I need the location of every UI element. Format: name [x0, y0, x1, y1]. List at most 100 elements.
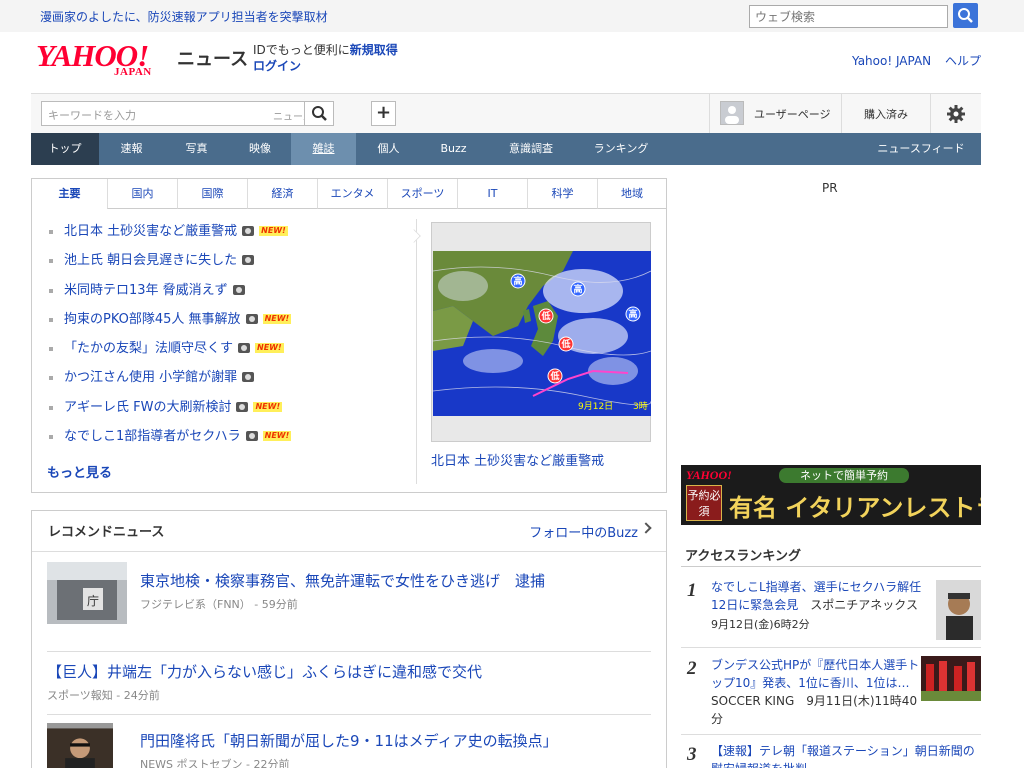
- tab-it[interactable]: IT: [457, 179, 527, 209]
- headline-item[interactable]: なでしこ1部指導者がセクハラ NEW!: [47, 428, 407, 457]
- recommend-item-meta: スポーツ報知 - 24分前: [47, 689, 160, 702]
- nav-buzz[interactable]: Buzz: [421, 133, 486, 165]
- register-link[interactable]: 新規取得: [350, 43, 398, 57]
- recommend-thumbnail: 庁: [47, 562, 127, 624]
- nav-top[interactable]: トップ: [31, 133, 99, 165]
- tab-science[interactable]: 科学: [527, 179, 597, 209]
- nav-video[interactable]: 映像: [229, 133, 291, 165]
- pr-label: PR: [822, 181, 838, 195]
- rank-title[interactable]: ブンデス公式HPが『歴代日本人選手トップ10』発表、1位に香川、1位は…: [711, 658, 919, 690]
- rank-source: スポニチアネックス: [810, 598, 918, 612]
- bullet-icon: [49, 288, 53, 293]
- headline-text[interactable]: なでしこ1部指導者がセクハラ: [64, 429, 241, 444]
- rank-title[interactable]: 【速報】テレ朝「報道ステーション」朝日新聞の慰安婦報道を批判: [711, 744, 975, 768]
- tab-entertainment[interactable]: エンタメ: [317, 179, 387, 209]
- tab-economy[interactable]: 経済: [247, 179, 317, 209]
- camera-icon: [242, 255, 255, 266]
- rank-divider: [681, 647, 981, 648]
- web-search-button[interactable]: [953, 3, 978, 28]
- divider: [416, 219, 417, 484]
- headline-text[interactable]: かつ江さん使用 小学館が謝罪: [64, 370, 237, 385]
- camera-icon: [245, 431, 258, 442]
- tab-domestic[interactable]: 国内: [107, 179, 177, 209]
- rank-thumbnail: [936, 580, 981, 640]
- new-badge: NEW!: [253, 401, 283, 412]
- headline-item[interactable]: 拘束のPKO部隊45人 無事解放 NEW!: [47, 311, 407, 340]
- ranking-item[interactable]: 3 【速報】テレ朝「報道ステーション」朝日新聞の慰安婦報道を批判: [681, 742, 981, 768]
- search-icon: [958, 8, 973, 23]
- ad-banner[interactable]: YAHOO! ネットで簡単予約 予約必須 有名 イタリアンレストラン: [681, 465, 981, 525]
- add-button[interactable]: +: [371, 101, 396, 126]
- recommend-item[interactable]: 庁 東京地検・検察事務官、無免許運転で女性をひき逃げ 逮捕 フジテレビ系（FNN…: [32, 551, 666, 652]
- main-nav: トップ 速報 写真 映像 雑誌 個人 Buzz 意識調査 ランキング ニュースフ…: [31, 133, 981, 165]
- ad-tag: 予約必須: [686, 485, 722, 521]
- camera-icon: [242, 226, 255, 236]
- search-row: キーワードを入力 ニュース ▼ + ユーザーページ 購入済み: [31, 93, 981, 133]
- recommend-item-title[interactable]: 【巨人】井端左「力が入らない感じ」ふくらはぎに違和感で交代: [47, 663, 647, 681]
- bullet-icon: [49, 376, 53, 381]
- ranking-item[interactable]: 2 ブンデス公式HPが『歴代日本人選手トップ10』発表、1位に香川、1位は… S…: [681, 656, 981, 736]
- ranking-title: アクセスランキング: [685, 549, 801, 564]
- headline-text[interactable]: 拘束のPKO部隊45人 無事解放: [64, 312, 241, 327]
- ad-headline: 有名 イタリアンレストラン: [729, 494, 981, 522]
- keyword-placeholder: キーワードを入力: [48, 109, 136, 122]
- rank-number: 2: [687, 658, 697, 679]
- headline-item[interactable]: アギーレ氏 FWの大刷新検討 NEW!: [47, 399, 407, 428]
- ad-top-text: ネットで簡単予約: [779, 468, 909, 483]
- nav-magazine[interactable]: 雑誌: [291, 133, 356, 165]
- logo-text: YAHOO!: [36, 38, 149, 73]
- keyword-search-input[interactable]: キーワードを入力 ニュース ▼: [41, 101, 334, 126]
- headline-text[interactable]: 「たかの友梨」法順守尽くす: [64, 341, 233, 356]
- nav-individual[interactable]: 個人: [356, 133, 421, 165]
- nav-breaking[interactable]: 速報: [99, 133, 164, 165]
- bullet-icon: [49, 347, 53, 352]
- more-link[interactable]: もっと見る: [47, 462, 112, 481]
- web-search-input[interactable]: [749, 5, 948, 28]
- ranking-item[interactable]: 1 なでしこL指導者、選手にセクハラ解任 12日に緊急会見 スポニチアネックス …: [681, 578, 981, 648]
- camera-icon: [236, 401, 249, 412]
- purchased-button[interactable]: 購入済み: [841, 94, 931, 133]
- headline-text[interactable]: 北日本 土砂災害など厳重警戒: [64, 224, 237, 239]
- bullet-icon: [49, 317, 53, 322]
- headline-item[interactable]: 米同時テロ13年 脅威消えず: [47, 282, 407, 311]
- recommend-thumbnail: [47, 723, 113, 768]
- headline-item[interactable]: 池上氏 朝日会見遅きに失した: [47, 252, 407, 281]
- nav-ranking[interactable]: ランキング: [576, 133, 666, 165]
- tab-sports[interactable]: スポーツ: [387, 179, 457, 209]
- tab-international[interactable]: 国際: [177, 179, 247, 209]
- nav-survey[interactable]: 意識調査: [486, 133, 576, 165]
- high-label: 高: [573, 283, 582, 295]
- pickup-image[interactable]: 高 高 高 低 低 低 9月12日 3時: [431, 222, 651, 442]
- recommend-title: レコメンドニュース: [48, 525, 165, 540]
- rank-divider: [681, 734, 981, 735]
- promo-link[interactable]: 漫画家のよしたに、防災速報アプリ担当者を突撃取材: [40, 8, 328, 25]
- keyword-search-button[interactable]: [304, 101, 334, 126]
- nav-photo[interactable]: 写真: [164, 133, 229, 165]
- recommend-item-title[interactable]: 東京地検・検察事務官、無免許運転で女性をひき逃げ 逮捕: [140, 572, 640, 590]
- yahoo-logo[interactable]: YAHOO! JAPAN: [36, 40, 174, 80]
- headline-item[interactable]: かつ江さん使用 小学館が謝罪: [47, 369, 407, 398]
- pickup-caption[interactable]: 北日本 土砂災害など厳重警戒: [431, 450, 604, 469]
- headline-text[interactable]: 米同時テロ13年 脅威消えず: [64, 283, 228, 298]
- headline-item[interactable]: 北日本 土砂災害など厳重警戒 NEW!: [47, 223, 407, 252]
- tab-local[interactable]: 地域: [597, 179, 666, 209]
- follow-buzz-link[interactable]: フォロー中のBuzz: [529, 522, 638, 541]
- id-text: IDでもっと便利に: [253, 43, 350, 57]
- headline-text[interactable]: アギーレ氏 FWの大刷新検討: [64, 400, 231, 415]
- rank-source: SOCCER KING: [711, 694, 795, 708]
- nav-newsfeed[interactable]: ニュースフィード: [861, 133, 981, 165]
- yahoo-japan-link[interactable]: Yahoo! JAPAN: [852, 54, 931, 68]
- headline-item[interactable]: 「たかの友梨」法順守尽くす NEW!: [47, 340, 407, 369]
- tab-main[interactable]: 主要: [32, 179, 107, 209]
- recommend-item-title[interactable]: 門田隆将氏「朝日新聞が屈した9・11はメディア史の転換点」: [140, 732, 640, 750]
- recommend-item[interactable]: 【巨人】井端左「力が入らない感じ」ふくらはぎに違和感で交代 スポーツ報知 - 2…: [32, 652, 666, 715]
- user-page-label: ユーザーページ: [754, 108, 831, 121]
- user-page-button[interactable]: ユーザーページ: [709, 94, 841, 133]
- login-link[interactable]: ログイン: [253, 59, 301, 73]
- recommend-item[interactable]: 門田隆将氏「朝日新聞が屈した9・11はメディア史の転換点」 NEWS ポストセブ…: [32, 716, 666, 768]
- low-label: 低: [560, 338, 570, 350]
- headline-text[interactable]: 池上氏 朝日会見遅きに失した: [64, 253, 237, 268]
- help-link[interactable]: ヘルプ: [945, 54, 981, 68]
- settings-button[interactable]: [946, 104, 966, 124]
- high-label: 高: [628, 308, 637, 320]
